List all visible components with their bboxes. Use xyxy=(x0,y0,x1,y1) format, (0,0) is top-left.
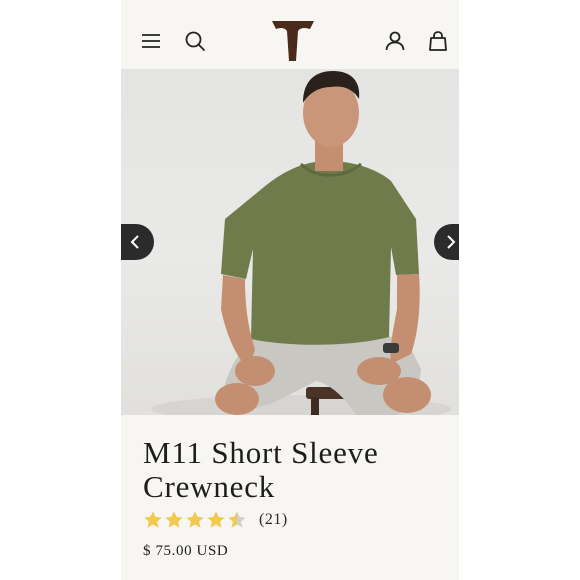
star-icon xyxy=(164,510,184,530)
star-icon xyxy=(206,510,226,530)
product-title: M11 Short Sleeve Crewneck xyxy=(143,435,379,504)
star-icon xyxy=(185,510,205,530)
account-icon xyxy=(385,31,405,51)
hamburger-menu-icon xyxy=(142,34,160,48)
star-icon xyxy=(143,510,163,530)
model-photo xyxy=(151,71,451,415)
menu-button[interactable] xyxy=(138,28,164,54)
star-icon xyxy=(227,510,247,530)
previous-image-button[interactable] xyxy=(121,224,154,260)
product-price: $ 75.00 USD xyxy=(143,543,229,559)
cart-button[interactable] xyxy=(425,28,451,54)
shopping-bag-icon xyxy=(429,31,447,51)
star-rating xyxy=(143,510,248,530)
brand-logo[interactable] xyxy=(272,21,314,61)
product-rating[interactable]: (21) xyxy=(143,509,288,531)
search-icon xyxy=(185,31,205,51)
chevron-right-icon xyxy=(447,235,456,249)
chevron-left-icon xyxy=(130,235,139,249)
product-image xyxy=(121,69,459,415)
search-button[interactable] xyxy=(182,28,208,54)
review-count: (21) xyxy=(259,511,288,528)
account-button[interactable] xyxy=(382,28,408,54)
next-image-button[interactable] xyxy=(434,224,459,260)
product-page: M11 Short Sleeve Crewneck (21) $ 75.00 U… xyxy=(121,0,459,580)
site-header xyxy=(121,0,459,69)
